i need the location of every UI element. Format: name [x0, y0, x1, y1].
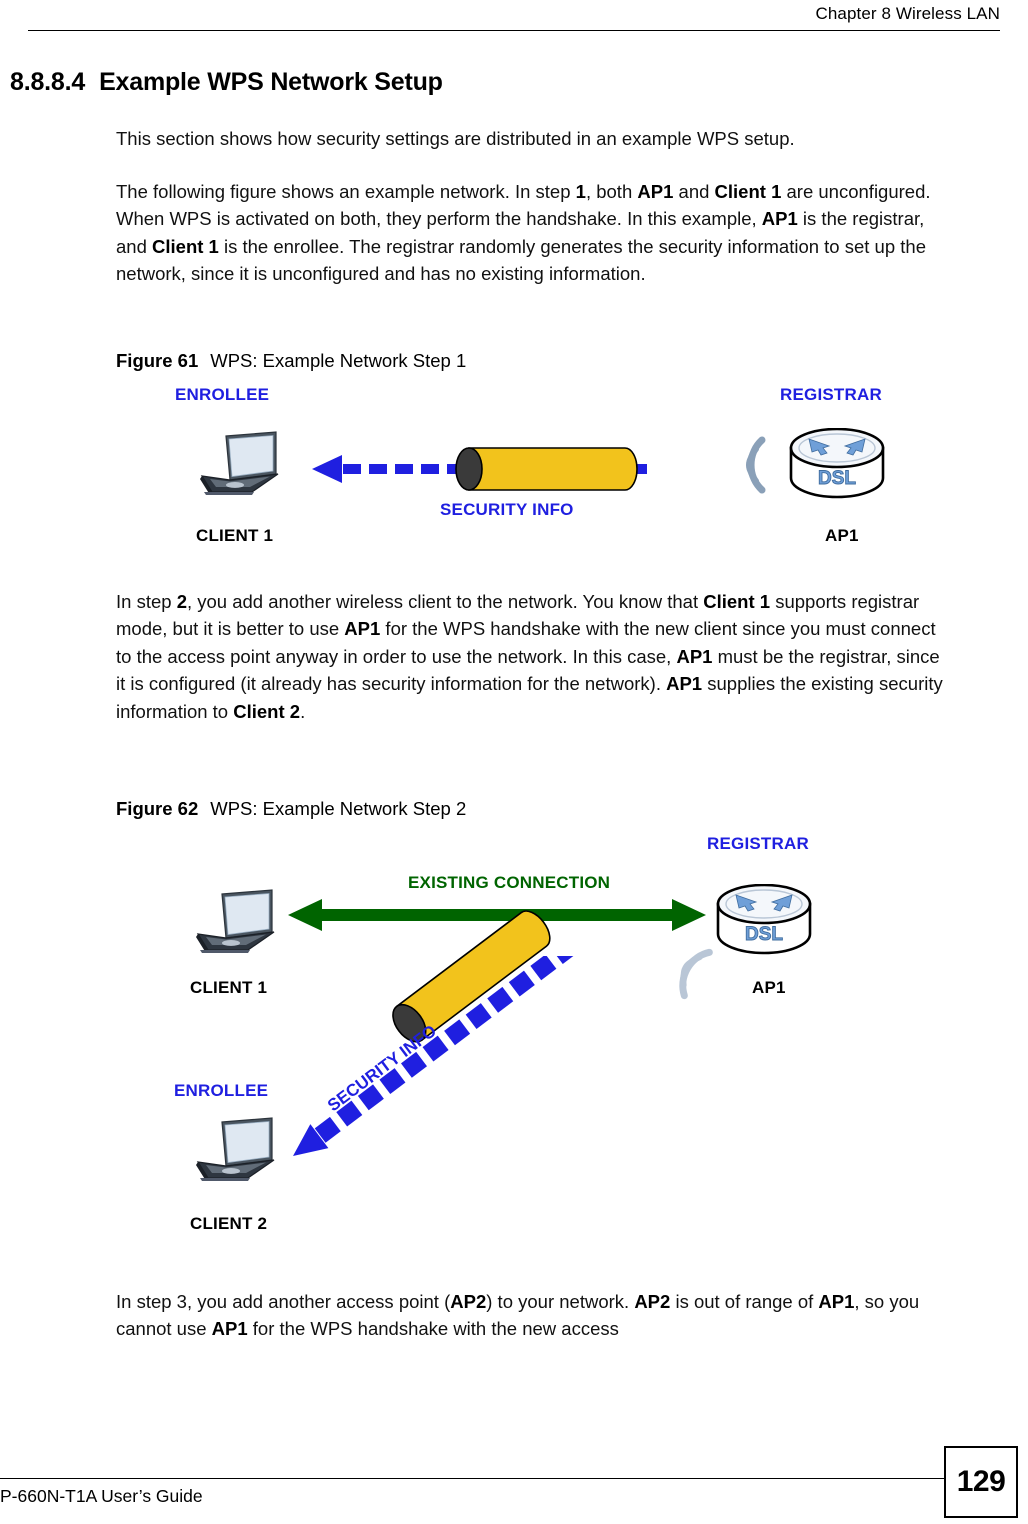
page-footer: P-660N-T1A User’s Guide 129: [0, 1434, 1028, 1524]
text-run-bold: AP1: [344, 618, 381, 640]
text-run: .: [300, 700, 306, 722]
text-run: , both: [585, 181, 638, 202]
text-run: is out of range of: [670, 1291, 819, 1312]
figure-61-enrollee-label: ENROLLEE: [175, 385, 270, 404]
figure-62: REGISTRAR EXISTING CONNECTION DSL CLIENT…: [0, 826, 1028, 1266]
figure-61-registrar-label: REGISTRAR: [780, 385, 882, 404]
text-run: is the enrollee. The registrar randomly …: [116, 235, 926, 285]
text-run-bold: AP1: [761, 208, 798, 230]
text-run: The following figure shows an example ne…: [116, 181, 576, 202]
page-title: 8.8.8.4 Example WPS Network Setup: [10, 68, 443, 97]
text-run: ) to your network.: [486, 1291, 635, 1312]
guide-title: P-660N-T1A User’s Guide: [0, 1486, 203, 1506]
text-run-bold: Client 1: [152, 235, 219, 257]
figure-61-security-info-label: SECURITY INFO: [440, 500, 574, 519]
text-run-bold: Client 1: [714, 181, 782, 202]
paragraph-intro-text: This section shows how security settings…: [116, 128, 795, 149]
laptop-icon: [186, 1116, 282, 1188]
figure-62-registrar-label: REGISTRAR: [707, 834, 809, 853]
text-run-bold: AP1: [666, 673, 703, 695]
figure-62-caption-text: WPS: Example Network Step 2: [210, 798, 467, 819]
paragraph-intro: This section shows how security settings…: [116, 125, 952, 152]
figure-61-caption: Figure 61 WPS: Example Network Step 1: [116, 350, 466, 372]
header-divider: [28, 30, 1000, 31]
text-run-bold: AP1: [818, 1291, 855, 1312]
figure-61: ENROLLEE REGISTRAR SECURITY INFO DSL CLI…: [0, 378, 1028, 563]
laptop-icon: [190, 430, 286, 502]
security-info-cylinder: [455, 446, 639, 492]
text-run-bold: Client 1: [703, 591, 771, 612]
dsl-router-icon: DSL: [785, 428, 889, 502]
footer-divider: [0, 1478, 946, 1479]
paragraph-step1: The following figure shows an example ne…: [116, 178, 952, 288]
router-dsl-badge: DSL: [818, 468, 856, 489]
page-header: Chapter 8 Wireless LAN: [28, 4, 1000, 34]
page-number: 129: [956, 1465, 1006, 1498]
figure-62-enrollee-label: ENROLLEE: [174, 1081, 269, 1100]
figure-61-ap1-label: AP1: [825, 526, 859, 545]
figure-62-label: Figure 62: [116, 798, 199, 819]
text-run: for the WPS handshake with the new acces…: [247, 1318, 619, 1340]
figure-62-existing-connection-label: EXISTING CONNECTION: [408, 873, 611, 892]
text-run-bold: AP2: [450, 1291, 487, 1312]
figure-62-caption: Figure 62 WPS: Example Network Step 2: [116, 798, 466, 820]
chapter-title: Chapter 8 Wireless LAN: [815, 4, 1000, 23]
figure-61-label: Figure 61: [116, 350, 199, 371]
paragraph-step3: In step 3, you add another access point …: [116, 1288, 952, 1343]
text-run-bold: Client 2: [233, 700, 301, 722]
text-run: In step: [116, 591, 177, 612]
figure-61-client1-label: CLIENT 1: [196, 526, 274, 545]
text-run: , you add another wireless client to the…: [186, 591, 704, 612]
text-run-bold: AP1: [676, 645, 713, 667]
laptop-icon: [186, 888, 282, 960]
text-run-bold: AP2: [634, 1291, 671, 1312]
figure-61-caption-text: WPS: Example Network Step 1: [210, 350, 467, 371]
page-number-box: 129: [944, 1446, 1018, 1518]
wifi-signal-icon: [718, 428, 774, 502]
text-run-bold: AP1: [211, 1318, 248, 1340]
text-run: and: [673, 181, 715, 202]
figure-62-ap1-label: AP1: [752, 978, 786, 997]
section-title: Example WPS Network Setup: [99, 68, 443, 96]
section-number: 8.8.8.4: [10, 68, 86, 96]
text-run-bold: 2: [176, 591, 187, 612]
text-run-bold: 1: [575, 181, 586, 202]
text-run: In step 3, you add another access point …: [116, 1291, 451, 1312]
text-run-bold: AP1: [637, 181, 674, 202]
figure-62-client1-label: CLIENT 1: [190, 978, 268, 997]
paragraph-step2: In step 2, you add another wireless clie…: [116, 588, 952, 725]
figure-62-client2-label: CLIENT 2: [190, 1214, 268, 1233]
dsl-router-icon: DSL: [712, 884, 816, 958]
router-dsl-badge: DSL: [745, 924, 783, 945]
